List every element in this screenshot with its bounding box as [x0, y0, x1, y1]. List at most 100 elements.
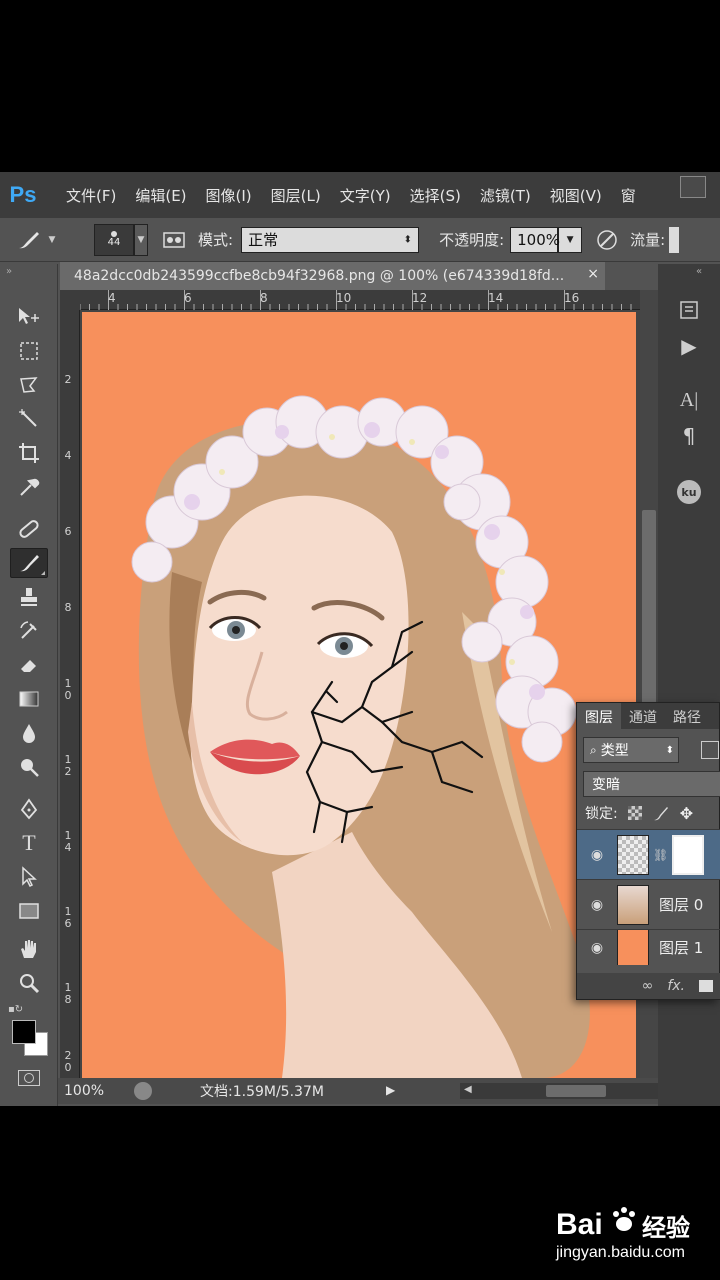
lock-pixels-icon[interactable] [652, 804, 670, 822]
pen-tool[interactable] [10, 794, 48, 824]
layer-style-button[interactable]: fx. [667, 978, 685, 994]
lasso-icon [20, 377, 38, 393]
type-icon: T [22, 830, 36, 855]
hand-tool[interactable] [10, 934, 48, 964]
healing-brush-tool[interactable] [10, 514, 48, 544]
layer-filter-select[interactable]: ⌕ 类型 ⬍ [583, 737, 679, 763]
tab-layers[interactable]: 图层 [577, 703, 621, 729]
paragraph-panel-button[interactable]: ¶ [666, 420, 712, 452]
menu-view[interactable]: 视图(V) [550, 185, 602, 206]
quick-mask-button[interactable] [18, 1070, 40, 1086]
visibility-eye-icon[interactable]: ◉ [577, 940, 617, 956]
lock-transparency-icon[interactable] [627, 806, 642, 820]
magic-wand-icon [19, 409, 37, 427]
add-mask-icon[interactable] [699, 980, 713, 992]
visibility-eye-icon[interactable]: ◉ [577, 847, 617, 863]
search-icon: ⌕ [590, 742, 597, 757]
document-tab[interactable]: 48a2dcc0db243599ccfbe8cb94f32968.png @ 1… [60, 262, 605, 290]
gradient-tool[interactable] [10, 684, 48, 714]
history-brush-icon [20, 621, 37, 639]
link-layers-icon[interactable]: ∞ [642, 978, 654, 994]
scroll-left-icon[interactable]: ◀ [464, 1084, 472, 1095]
crop-tool[interactable] [10, 438, 48, 468]
menu-layer[interactable]: 图层(L) [271, 185, 321, 206]
airbrush-icon [597, 229, 617, 250]
pen-icon [20, 798, 38, 820]
tab-channels[interactable]: 通道 [621, 703, 665, 729]
menu-file[interactable]: 文件(F) [66, 185, 116, 206]
flow-input[interactable] [669, 226, 680, 253]
opacity-input[interactable]: 100% [510, 226, 560, 253]
ruler-label: 16 [564, 291, 580, 305]
lock-position-icon[interactable]: ✥ [680, 804, 693, 823]
clone-stamp-tool[interactable] [10, 582, 48, 612]
menu-type[interactable]: 文字(Y) [340, 185, 391, 206]
lock-label: 锁定: [585, 806, 618, 822]
tool-flyout-indicator [41, 571, 45, 575]
scroll-thumb[interactable] [546, 1085, 606, 1097]
layer-row[interactable]: ◉ 图层 0 [577, 879, 720, 929]
document-canvas[interactable] [82, 312, 636, 1078]
marquee-tool[interactable] [10, 336, 48, 366]
menu-edit[interactable]: 编辑(E) [135, 185, 186, 206]
blur-tool[interactable] [10, 718, 48, 748]
ruler-label: 10 [64, 677, 72, 702]
filter-image-icon[interactable] [701, 741, 719, 759]
collapse-icon[interactable]: « [696, 266, 702, 277]
tab-paths[interactable]: 路径 [665, 703, 709, 729]
dodge-tool[interactable] [10, 752, 48, 782]
layer-row[interactable]: ◉ ⛓ [577, 829, 720, 879]
zoom-tool[interactable] [10, 968, 48, 998]
default-colors-icon[interactable]: ▪↻ [8, 1004, 23, 1015]
watermark-url: jingyan.baidu.com [556, 1244, 685, 1261]
zoom-level[interactable]: 100% [64, 1083, 124, 1099]
brush-preset-icon [18, 231, 39, 248]
mode-select[interactable]: 正常 ⬍ [241, 226, 420, 253]
character-panel-button[interactable]: A| [666, 384, 712, 416]
path-select-icon [22, 866, 37, 888]
move-icon [19, 308, 39, 324]
history-panel-button[interactable] [666, 294, 712, 326]
menu-filter[interactable]: 滤镜(T) [480, 185, 531, 206]
menu-select[interactable]: 选择(S) [410, 185, 461, 206]
magic-wand-tool[interactable] [10, 404, 48, 434]
brush-tool[interactable] [10, 548, 48, 578]
menu-window[interactable]: 窗 [621, 185, 636, 206]
rectangle-tool[interactable] [10, 896, 48, 926]
foreground-color-swatch[interactable] [12, 1020, 36, 1044]
history-brush-tool[interactable] [10, 616, 48, 646]
pressure-opacity-toggle[interactable] [594, 227, 620, 253]
ruler-label: 6 [184, 291, 192, 305]
menu-image[interactable]: 图像(I) [206, 185, 252, 206]
layer-thumbnail [617, 884, 649, 925]
brush-size-dropdown[interactable]: ▼ [134, 223, 148, 256]
move-tool[interactable] [10, 302, 48, 332]
ruler-corner [60, 290, 80, 310]
ruler-label: 20 [64, 1049, 72, 1074]
blend-mode-select[interactable]: 变暗 [583, 771, 720, 797]
hand-icon [21, 940, 36, 958]
actions-panel-button[interactable]: ▶ [666, 330, 712, 362]
lasso-tool[interactable] [10, 370, 48, 400]
brush-size-picker[interactable]: 44 [94, 223, 134, 256]
status-menu-arrow-icon[interactable]: ▶ [386, 1083, 395, 1097]
tool-preset-picker[interactable]: ▼ [0, 229, 70, 251]
brush-panel-toggle[interactable] [160, 227, 188, 253]
eyedropper-tool[interactable] [10, 472, 48, 502]
eraser-tool[interactable] [10, 650, 48, 680]
close-icon[interactable]: × [587, 266, 599, 282]
layer-mask-thumbnail[interactable] [672, 834, 705, 875]
path-selection-tool[interactable] [10, 862, 48, 892]
minimize-button[interactable] [680, 176, 706, 198]
lock-row: 锁定: ✥ [585, 803, 693, 823]
layers-panel: 图层 通道 路径 ⌕ 类型 ⬍ 变暗 锁定: ✥ ◉ ⛓ ◉ 图层 0 ◉ 图层… [576, 702, 720, 1000]
status-info-icon[interactable] [134, 1082, 152, 1100]
opacity-dropdown[interactable]: ▼ [558, 226, 583, 253]
mask-link-icon[interactable]: ⛓ [653, 848, 668, 862]
ku-panel-button[interactable]: ku [666, 476, 712, 508]
layer-row[interactable]: ◉ 图层 1 [577, 929, 720, 965]
paragraph-icon: ¶ [682, 424, 696, 448]
visibility-eye-icon[interactable]: ◉ [577, 897, 617, 913]
collapse-icon[interactable]: » [6, 266, 12, 277]
type-tool[interactable]: T [10, 828, 48, 858]
